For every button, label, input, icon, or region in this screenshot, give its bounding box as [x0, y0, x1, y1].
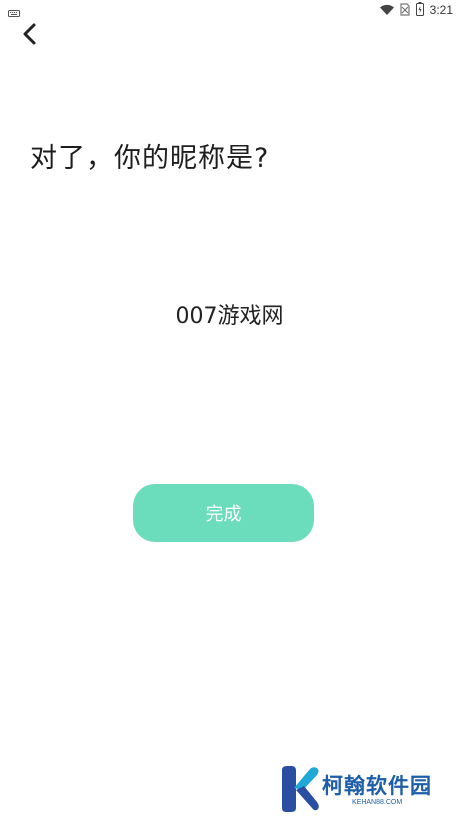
keyboard-icon: [8, 4, 20, 17]
question-heading: 对了，你的昵称是?: [30, 143, 270, 174]
status-bar: 3:21: [0, 0, 459, 20]
nickname-input[interactable]: 007游戏网: [0, 298, 459, 330]
status-time: 3:21: [429, 3, 453, 17]
watermark-title: 柯翰软件园: [322, 774, 432, 798]
no-sim-icon: [400, 1, 410, 20]
back-arrow-icon: [22, 22, 38, 50]
watermark-k-icon: [282, 766, 319, 812]
wifi-icon: [379, 1, 394, 20]
watermark-logo: 柯翰软件园 KEHAN88.COM: [278, 766, 448, 814]
battery-icon: [415, 1, 424, 20]
watermark-subtitle: KEHAN88.COM: [352, 799, 403, 806]
back-button[interactable]: [14, 20, 46, 52]
done-button[interactable]: 完成: [133, 484, 314, 542]
